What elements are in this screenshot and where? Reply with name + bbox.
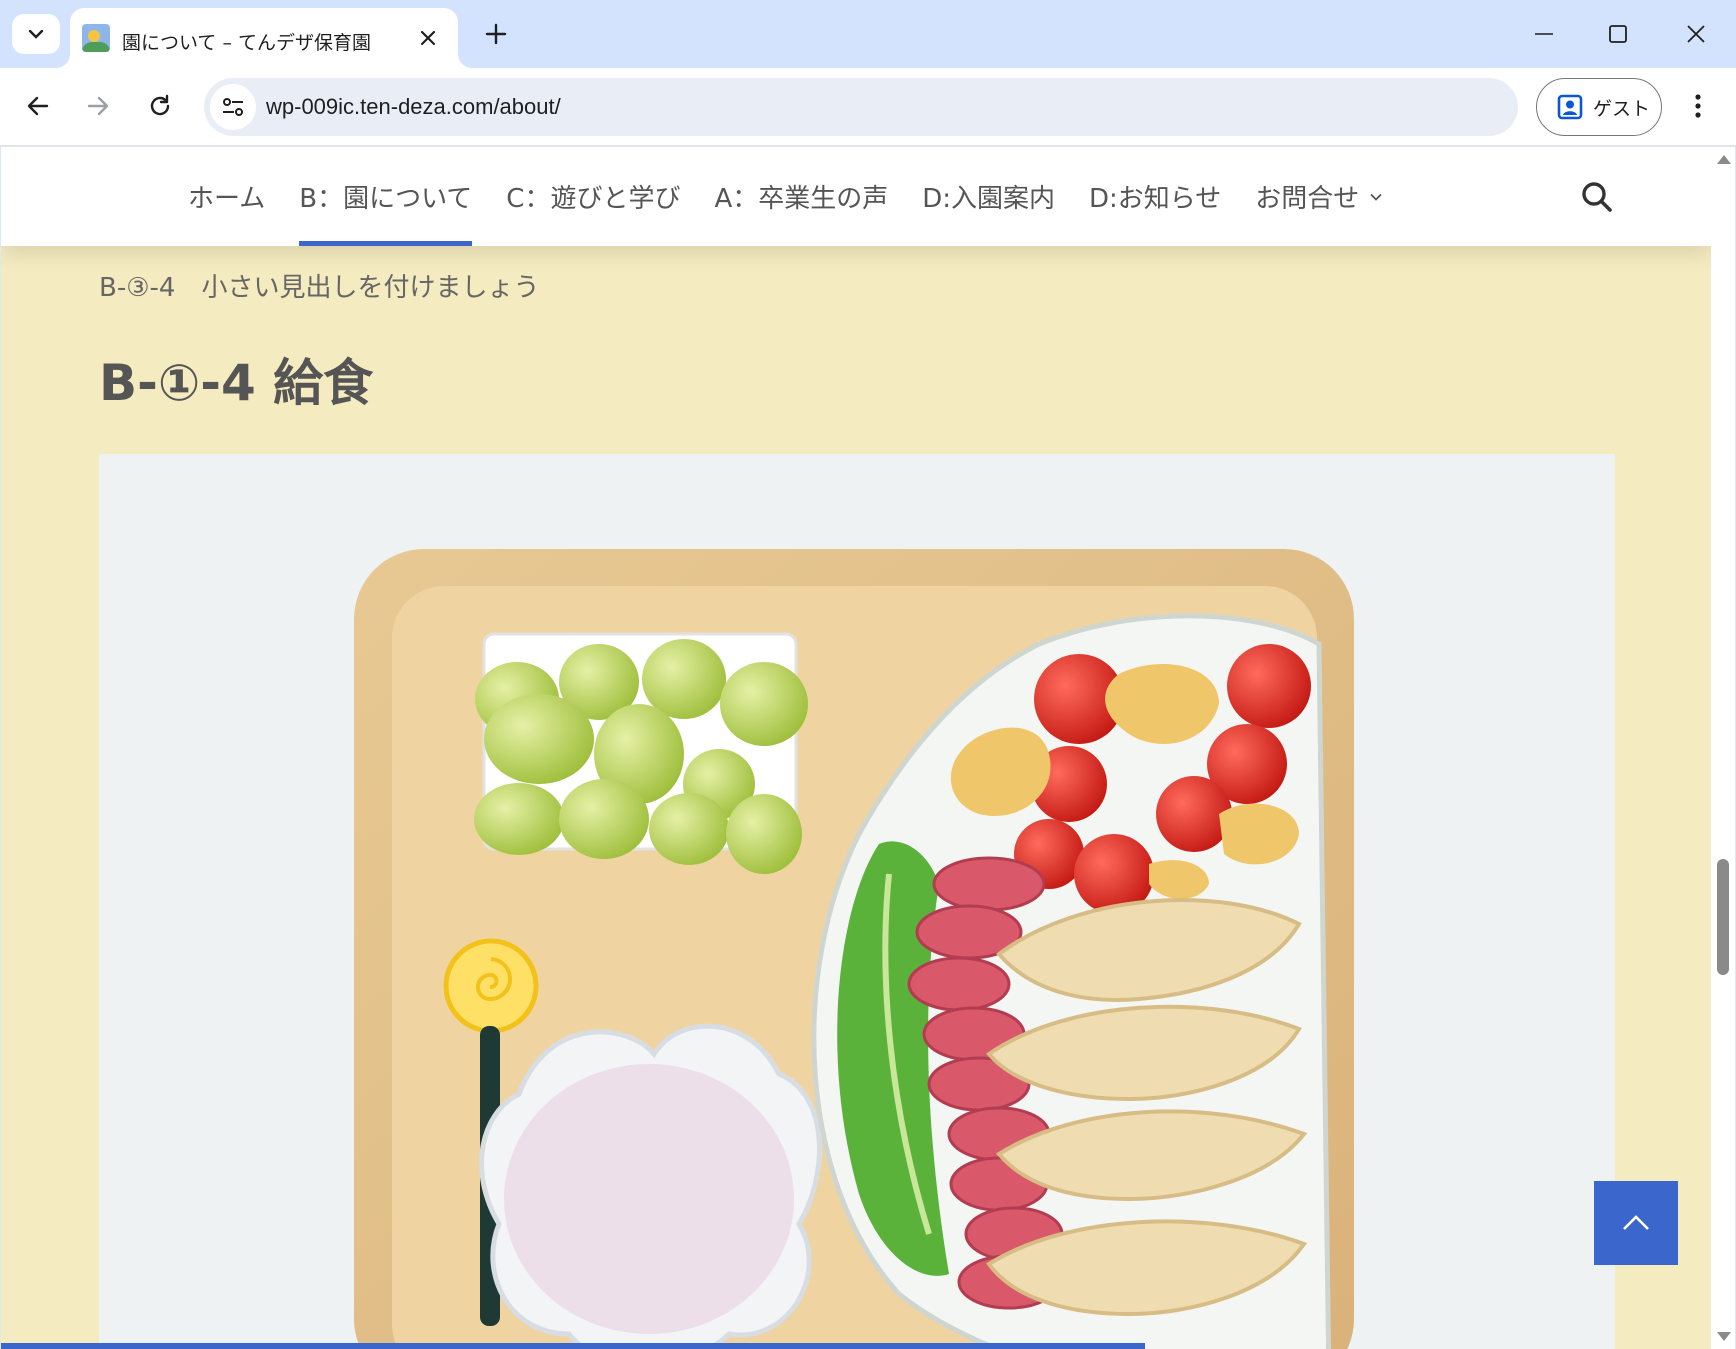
arrow-right-icon — [87, 96, 109, 116]
scrollbar-thumb[interactable] — [1717, 859, 1729, 975]
back-button[interactable] — [16, 84, 60, 128]
nav-item-label: C：遊びと学び — [506, 184, 681, 214]
nav-item-label: D:お知らせ — [1089, 184, 1222, 214]
nav-item-about[interactable]: B：園について — [282, 147, 489, 246]
browser-tabbar: 園について – てんデザ保育園 — [0, 0, 1736, 68]
site-search-button[interactable] — [1577, 177, 1617, 217]
subheading: B-③-4 小さい見出しを付けましょう — [99, 273, 540, 303]
new-tab-button[interactable] — [476, 14, 516, 54]
maximize-button[interactable] — [1590, 10, 1646, 58]
url-text[interactable]: wp-009ic.ten-deza.com/about/ — [266, 94, 561, 120]
nav-item-news[interactable]: D:お知らせ — [1072, 147, 1238, 246]
scroll-progress-bar — [1, 1343, 1146, 1349]
nav-item-play-learn[interactable]: C：遊びと学び — [489, 147, 697, 246]
tab-search-button[interactable] — [12, 14, 60, 54]
browser-toolbar: wp-009ic.ten-deza.com/about/ ゲスト — [0, 68, 1736, 146]
site-info-button[interactable] — [210, 84, 256, 130]
address-bar[interactable]: wp-009ic.ten-deza.com/about/ — [204, 78, 1518, 136]
site-favicon-icon — [82, 24, 110, 52]
lunch-tray-illustration — [354, 549, 1354, 1349]
plus-icon — [485, 23, 507, 45]
section-heading: B-①-4 給食 — [99, 354, 374, 412]
profile-button[interactable]: ゲスト — [1536, 78, 1662, 136]
chevron-down-icon — [28, 29, 44, 39]
page-viewport: ホーム B：園について C：遊びと学び A：卒業生の声 D:入園案内 D:お知ら… — [1, 147, 1735, 1349]
arrow-left-icon — [27, 96, 49, 116]
search-icon — [1582, 182, 1612, 212]
nav-item-label: B：園について — [299, 184, 473, 214]
nav-item-label: D:入園案内 — [922, 184, 1056, 214]
nav-item-home[interactable]: ホーム — [171, 147, 282, 246]
scroll-up-arrow-icon[interactable] — [1717, 155, 1731, 164]
global-nav: ホーム B：園について C：遊びと学び A：卒業生の声 D:入園案内 D:お知ら… — [171, 147, 1400, 246]
nav-item-admission[interactable]: D:入園案内 — [905, 147, 1072, 246]
browser-tab-active[interactable]: 園について – てんデザ保育園 — [70, 8, 458, 68]
browser-menu-button[interactable] — [1682, 84, 1714, 128]
chevron-up-icon — [1623, 1215, 1649, 1230]
nav-item-label: お問合せ — [1255, 184, 1360, 214]
more-vertical-icon — [1695, 94, 1701, 118]
reload-button[interactable] — [138, 84, 182, 128]
chevron-down-icon — [1369, 192, 1383, 202]
close-icon — [1687, 25, 1705, 43]
window-close-button[interactable] — [1668, 10, 1724, 58]
forward-button[interactable] — [76, 84, 120, 128]
maximize-icon — [1609, 25, 1627, 43]
scroll-down-arrow-icon[interactable] — [1717, 1332, 1731, 1341]
nav-item-graduates[interactable]: A：卒業生の声 — [697, 147, 905, 246]
page-scrollbar[interactable] — [1711, 147, 1735, 1349]
nav-item-label: A：卒業生の声 — [714, 184, 889, 214]
minimize-button[interactable] — [1516, 10, 1572, 58]
tab-close-button[interactable] — [412, 22, 444, 54]
nav-item-contact[interactable]: お問合せ — [1238, 147, 1400, 246]
lunch-photo — [99, 454, 1615, 1349]
nav-item-label: ホーム — [188, 184, 266, 214]
back-to-top-button[interactable] — [1594, 1181, 1678, 1265]
site-header: ホーム B：園について C：遊びと学び A：卒業生の声 D:入園案内 D:お知ら… — [1, 147, 1711, 246]
profile-icon — [1557, 94, 1583, 120]
tab-title: 園について – てんデザ保育園 — [122, 32, 372, 54]
tune-icon — [223, 98, 243, 116]
minimize-icon — [1535, 33, 1553, 35]
reload-icon — [150, 94, 170, 116]
close-icon — [420, 30, 436, 46]
profile-label: ゲスト — [1593, 97, 1651, 120]
